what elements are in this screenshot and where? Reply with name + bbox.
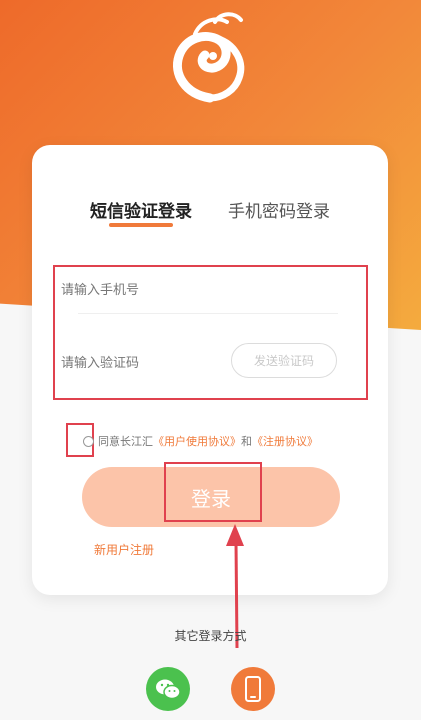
tab-sms-login[interactable]: 短信验证登录 bbox=[90, 197, 192, 222]
tab-password-login[interactable]: 手机密码登录 bbox=[228, 197, 330, 222]
dragon-logo bbox=[173, 12, 245, 103]
register-agreement-link[interactable]: 《注册协议》 bbox=[252, 435, 318, 448]
login-highlight-box bbox=[164, 462, 262, 522]
new-user-register-link[interactable]: 新用户注册 bbox=[94, 541, 154, 558]
wechat-icon bbox=[156, 679, 181, 700]
wechat-login-button[interactable] bbox=[146, 667, 190, 711]
phone-icon bbox=[245, 676, 261, 702]
field-divider bbox=[78, 313, 338, 314]
phone-input[interactable] bbox=[59, 271, 333, 309]
other-login-label: 其它登录方式 bbox=[174, 629, 247, 643]
agreement-text: 同意长江汇《用户使用协议》和《注册协议》 bbox=[84, 433, 318, 449]
user-agreement-link[interactable]: 《用户使用协议》 bbox=[153, 435, 241, 448]
login-card: 短信验证登录 手机密码登录 发送验证码 同意长江汇《用户使用协议》和《注册协议》… bbox=[32, 145, 388, 595]
verification-code-input[interactable] bbox=[59, 344, 213, 382]
active-tab-indicator bbox=[109, 223, 173, 227]
agreement-prefix: 同意长江汇 bbox=[98, 435, 153, 448]
phone-login-button[interactable] bbox=[231, 667, 275, 711]
send-code-button[interactable]: 发送验证码 bbox=[231, 343, 337, 378]
agreement-and: 和 bbox=[241, 435, 252, 448]
